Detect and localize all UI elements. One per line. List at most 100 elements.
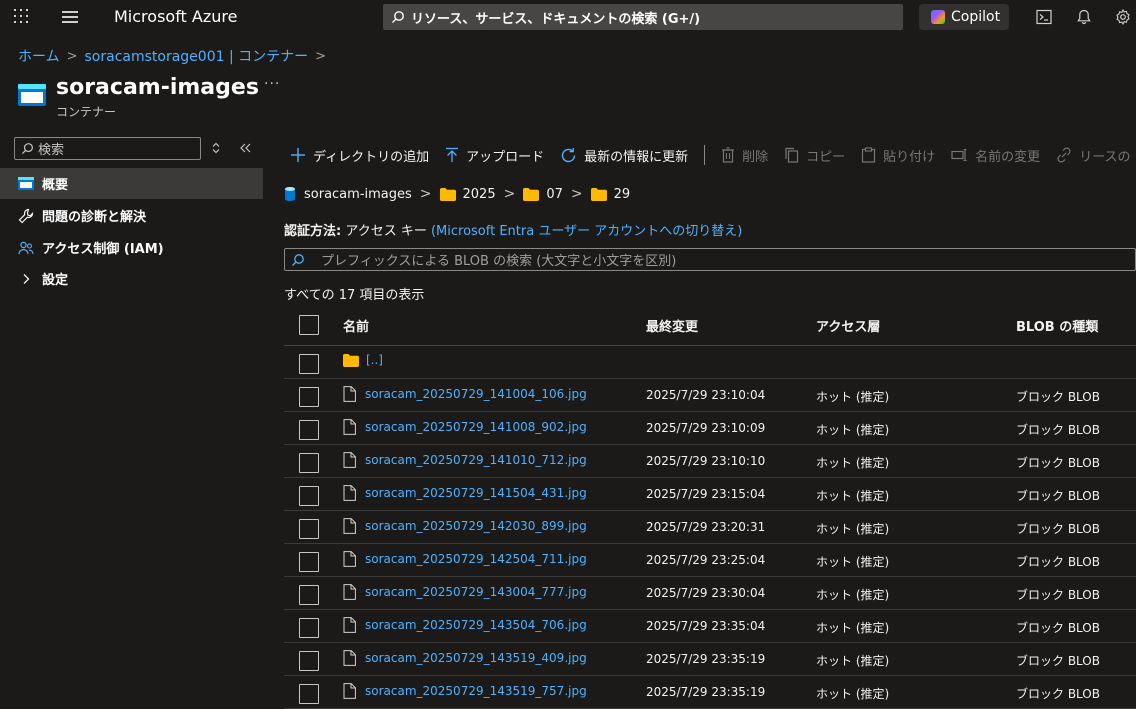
copy-button[interactable]: コピー: [784, 146, 845, 165]
sidebar-item-label: 概要: [42, 178, 69, 193]
blob-name-link[interactable]: soracam_20250729_143519_757.jpg: [365, 684, 587, 698]
row-checkbox[interactable]: [299, 552, 319, 572]
row-checkbox[interactable]: [299, 486, 319, 506]
row-checkbox[interactable]: [299, 519, 319, 539]
add-directory-label: ディレクトリの追加: [313, 149, 430, 165]
sidebar-search-input[interactable]: 検索: [14, 137, 201, 160]
container-icon: [18, 176, 34, 192]
row-checkbox[interactable]: [299, 354, 319, 374]
table-row[interactable]: soracam_20250729_141010_712.jpg 2025/7/29…: [284, 445, 1136, 478]
brand-title[interactable]: Microsoft Azure: [114, 7, 237, 26]
settings-gear-icon[interactable]: [1115, 9, 1131, 25]
row-checkbox[interactable]: [299, 618, 319, 638]
table-row[interactable]: soracam_20250729_141504_431.jpg 2025/7/29…: [284, 478, 1136, 511]
upload-button[interactable]: アップロード: [445, 146, 544, 165]
table-row[interactable]: soracam_20250729_141004_106.jpg 2025/7/29…: [284, 379, 1136, 412]
file-icon: [343, 452, 356, 468]
chevron-right-icon: >: [419, 186, 432, 202]
blob-name-link[interactable]: soracam_20250729_142504_711.jpg: [365, 552, 587, 566]
file-icon: [343, 518, 356, 534]
blob-name-link[interactable]: soracam_20250729_143004_777.jpg: [365, 585, 587, 599]
cloud-shell-icon[interactable]: [1036, 9, 1052, 25]
select-all-checkbox[interactable]: [299, 315, 319, 335]
blob-name-cell: soracam_20250729_141004_106.jpg: [343, 386, 587, 402]
blob-name-link[interactable]: soracam_20250729_141008_902.jpg: [365, 420, 587, 434]
sidebar-item-iam[interactable]: アクセス制御 (IAM): [0, 232, 263, 263]
sort-updown-icon[interactable]: [211, 142, 221, 154]
path-folder-year[interactable]: 2025: [463, 187, 496, 202]
blob-tier-cell: ホット (推定): [816, 456, 890, 470]
notifications-bell-icon[interactable]: [1076, 9, 1092, 25]
row-checkbox[interactable]: [299, 651, 319, 671]
blob-name-link[interactable]: soracam_20250729_143504_706.jpg: [365, 618, 587, 632]
column-header-type[interactable]: BLOB の種類: [1016, 316, 1098, 335]
path-folder-day[interactable]: 29: [614, 187, 631, 202]
switch-auth-link[interactable]: (Microsoft Entra ユーザー アカウントへの切り替え): [431, 224, 742, 239]
blob-search-input[interactable]: プレフィックスによる BLOB の検索 (大文字と小文字を区別): [284, 248, 1136, 271]
blob-type-cell: ブロック BLOB: [1016, 423, 1100, 437]
wrench-icon: [18, 208, 34, 224]
breadcrumb-storage-account[interactable]: soracamstorage001 | コンテナー: [85, 46, 309, 66]
page-title: soracam-images: [56, 75, 259, 100]
collapse-sidebar-icon[interactable]: [240, 143, 252, 153]
rename-button[interactable]: 名前の変更: [951, 146, 1040, 165]
column-header-name[interactable]: 名前: [343, 316, 369, 335]
path-folder-month[interactable]: 07: [546, 187, 563, 202]
blob-tier-cell: ホット (推定): [816, 423, 890, 437]
auth-method: 認証方法: アクセス キー (Microsoft Entra ユーザー アカウン…: [284, 220, 742, 239]
lease-button[interactable]: リースの: [1056, 146, 1131, 165]
sidebar-item-settings[interactable]: 設定: [0, 263, 263, 294]
folder-icon: [343, 353, 359, 367]
row-checkbox[interactable]: [299, 585, 319, 605]
table-row[interactable]: soracam_20250729_143504_706.jpg 2025/7/29…: [284, 610, 1136, 643]
blob-name-link[interactable]: soracam_20250729_142030_899.jpg: [365, 519, 587, 533]
app-launcher-icon[interactable]: [14, 9, 30, 25]
plus-icon: [291, 148, 305, 162]
table-row[interactable]: soracam_20250729_142030_899.jpg 2025/7/29…: [284, 511, 1136, 544]
table-row[interactable]: soracam_20250729_141008_902.jpg 2025/7/29…: [284, 412, 1136, 445]
blob-type-cell: ブロック BLOB: [1016, 489, 1100, 503]
link-icon: [1057, 147, 1071, 163]
file-icon: [343, 683, 356, 699]
blob-name-link[interactable]: soracam_20250729_141004_106.jpg: [365, 387, 587, 401]
more-options-icon[interactable]: ···: [264, 76, 280, 92]
blob-modified-cell: 2025/7/29 23:35:19: [646, 652, 766, 666]
blob-modified-cell: 2025/7/29 23:30:04: [646, 586, 766, 600]
chevron-right-icon: >: [503, 186, 516, 202]
people-icon: [18, 240, 34, 256]
row-checkbox[interactable]: [299, 684, 319, 704]
table-row-parent[interactable]: [..]: [284, 346, 1136, 379]
add-directory-button[interactable]: ディレクトリの追加: [290, 146, 429, 165]
toolbar-divider: [704, 145, 706, 165]
table-row[interactable]: soracam_20250729_142504_711.jpg 2025/7/29…: [284, 544, 1136, 577]
column-header-tier[interactable]: アクセス層: [816, 316, 880, 335]
folder-icon: [590, 187, 607, 201]
row-checkbox[interactable]: [299, 420, 319, 440]
paste-button[interactable]: 貼り付け: [861, 146, 935, 165]
sidebar-item-overview[interactable]: 概要: [0, 168, 263, 199]
breadcrumb-home[interactable]: ホーム: [18, 46, 60, 66]
menu-icon[interactable]: [62, 11, 78, 23]
blob-type-cell: ブロック BLOB: [1016, 522, 1100, 536]
blob-name-link[interactable]: soracam_20250729_141504_431.jpg: [365, 486, 587, 500]
refresh-button[interactable]: 最新の情報に更新: [560, 146, 688, 165]
auth-label: 認証方法:: [284, 224, 342, 239]
page-subtitle: コンテナー: [56, 105, 117, 119]
table-row[interactable]: soracam_20250729_143519_409.jpg 2025/7/29…: [284, 643, 1136, 676]
blob-name-cell: soracam_20250729_143504_706.jpg: [343, 617, 587, 633]
sidebar-item-diagnose[interactable]: 問題の診断と解決: [0, 200, 263, 231]
table-row[interactable]: soracam_20250729_143004_777.jpg 2025/7/29…: [284, 577, 1136, 610]
table-row[interactable]: soracam_20250729_143519_757.jpg 2025/7/29…: [284, 676, 1136, 709]
copilot-label: Copilot: [951, 9, 1001, 25]
column-header-modified[interactable]: 最終変更: [646, 316, 698, 335]
delete-button[interactable]: 削除: [721, 146, 768, 165]
blob-name-link[interactable]: soracam_20250729_141010_712.jpg: [365, 453, 587, 467]
parent-folder-link[interactable]: [..]: [366, 353, 383, 367]
row-checkbox[interactable]: [299, 387, 319, 407]
path-container[interactable]: soracam-images: [304, 187, 412, 202]
global-search-input[interactable]: リソース、サービス、ドキュメントの検索 (G+/): [383, 4, 903, 30]
copilot-button[interactable]: Copilot: [919, 4, 1009, 30]
search-icon: [21, 143, 33, 155]
blob-name-link[interactable]: soracam_20250729_143519_409.jpg: [365, 651, 587, 665]
row-checkbox[interactable]: [299, 453, 319, 473]
